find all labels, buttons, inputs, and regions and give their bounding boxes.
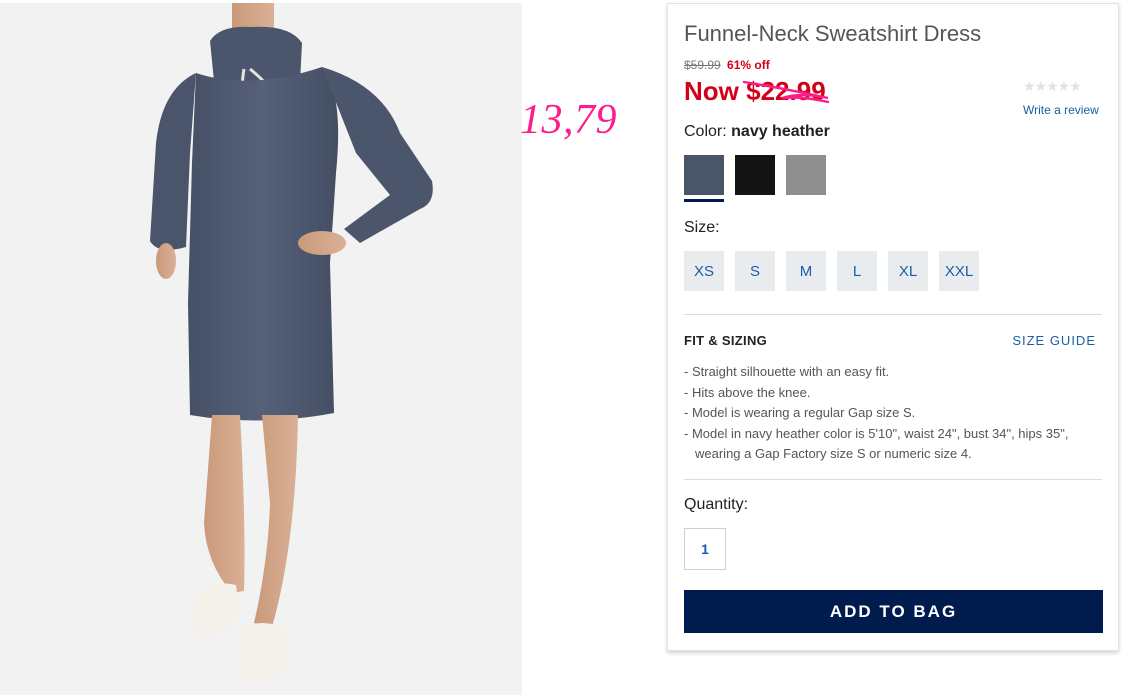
selected-swatch-indicator bbox=[684, 199, 724, 202]
color-label: Color: navy heather bbox=[684, 123, 830, 141]
discount-badge: 61% off bbox=[727, 58, 770, 72]
size-guide-link[interactable]: SIZE GUIDE bbox=[1012, 333, 1096, 348]
list-item: Model in navy heather color is 5'10", wa… bbox=[684, 424, 1104, 465]
now-label: Now bbox=[684, 76, 739, 106]
model-wearing-dress-photo-icon bbox=[0, 3, 522, 695]
sale-price: Now $22.99 bbox=[684, 76, 830, 107]
quantity-input[interactable] bbox=[684, 528, 726, 570]
size-l-button[interactable]: L bbox=[837, 251, 877, 291]
original-price: $59.99 bbox=[684, 58, 721, 72]
quantity-label: Quantity: bbox=[684, 496, 749, 513]
product-details-panel: Funnel-Neck Sweatshirt Dress $59.99 61% … bbox=[667, 3, 1119, 651]
swatch-navy-heather[interactable] bbox=[684, 155, 724, 195]
write-review-link[interactable]: Write a review bbox=[1023, 103, 1099, 117]
size-xl-button[interactable]: XL bbox=[888, 251, 928, 291]
divider bbox=[684, 479, 1102, 480]
size-xxl-button[interactable]: XXL bbox=[939, 251, 979, 291]
fit-details-list: Straight silhouette with an easy fit. Hi… bbox=[684, 362, 1104, 465]
rating-stars-icon: ★★★★★ bbox=[1023, 78, 1082, 94]
swatch-black[interactable] bbox=[735, 155, 775, 195]
color-label-text: Color: bbox=[684, 123, 727, 140]
now-amount: $22.99 bbox=[742, 76, 830, 106]
product-image bbox=[0, 3, 522, 695]
divider bbox=[684, 314, 1102, 315]
list-item: Straight silhouette with an easy fit. bbox=[684, 362, 1104, 383]
size-label: Size: bbox=[684, 219, 720, 236]
size-s-button[interactable]: S bbox=[735, 251, 775, 291]
swatch-gray-heather[interactable] bbox=[786, 155, 826, 195]
list-item: Hits above the knee. bbox=[684, 383, 1104, 404]
product-title: Funnel-Neck Sweatshirt Dress bbox=[684, 21, 982, 46]
now-amount-value: $22.99 bbox=[746, 76, 826, 106]
size-xs-button[interactable]: XS bbox=[684, 251, 724, 291]
selected-color: navy heather bbox=[731, 123, 830, 140]
price-row: $59.99 61% off bbox=[684, 58, 770, 72]
size-m-button[interactable]: M bbox=[786, 251, 826, 291]
size-options: XS S M L XL XXL bbox=[684, 251, 979, 291]
add-to-bag-button[interactable]: ADD TO BAG bbox=[684, 590, 1103, 633]
fit-sizing-heading: FIT & SIZING bbox=[684, 333, 768, 348]
price-annotation: 13,79 bbox=[520, 97, 617, 143]
list-item: Model is wearing a regular Gap size S. bbox=[684, 403, 1104, 424]
